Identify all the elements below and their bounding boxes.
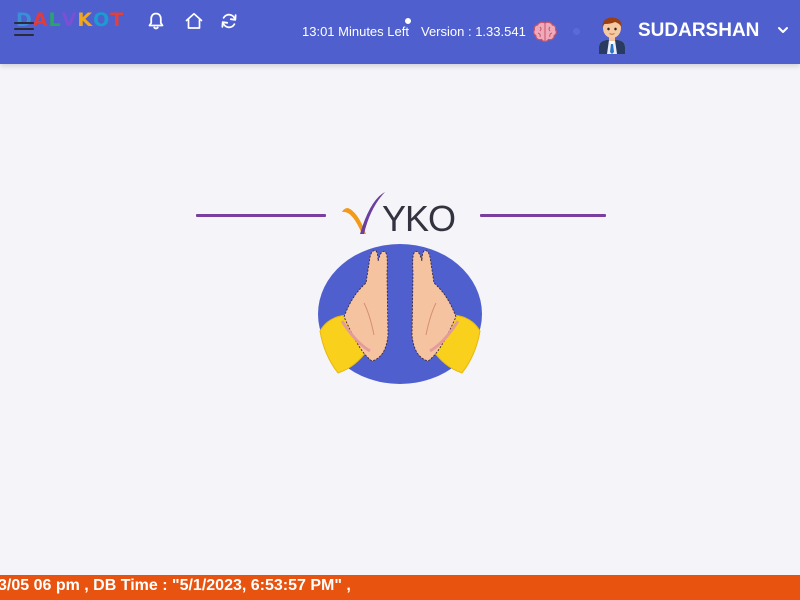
namaste-hands-illustration xyxy=(318,244,482,384)
online-indicator xyxy=(573,28,580,35)
brand-banner: YKO xyxy=(196,190,606,240)
footer-ticker: 3/05 06 pm , DB Time : "5/1/2023, 6:53:5… xyxy=(0,577,351,594)
logo-letter: A xyxy=(32,9,49,31)
logo-letter: K xyxy=(77,9,94,31)
top-navbar: D A L V K O T 13:01 Minutes Left Version… xyxy=(0,0,800,64)
home-icon[interactable] xyxy=(184,11,204,31)
logo-letter: T xyxy=(110,9,125,31)
version-label: Version : 1.33.541 xyxy=(421,24,526,39)
logo-letter: V xyxy=(61,9,78,31)
refresh-icon[interactable] xyxy=(219,11,239,31)
checkmark-logo-icon xyxy=(342,192,385,234)
user-avatar[interactable] xyxy=(596,14,628,54)
menu-icon[interactable] xyxy=(14,22,34,36)
right-divider xyxy=(480,214,606,217)
logo-letter: L xyxy=(48,9,62,31)
brand-wordmark: YKO xyxy=(382,198,456,239)
brain-icon[interactable] xyxy=(532,20,558,44)
username-label[interactable]: SUDARSHAN xyxy=(638,20,759,42)
chevron-down-icon[interactable] xyxy=(777,25,789,35)
bell-icon[interactable] xyxy=(146,11,166,31)
session-timer: 13:01 Minutes Left xyxy=(302,24,409,39)
left-divider xyxy=(196,214,326,217)
status-dot xyxy=(404,17,412,25)
logo-letter: O xyxy=(93,9,111,31)
status-footer: 3/05 06 pm , DB Time : "5/1/2023, 6:53:5… xyxy=(0,575,800,600)
